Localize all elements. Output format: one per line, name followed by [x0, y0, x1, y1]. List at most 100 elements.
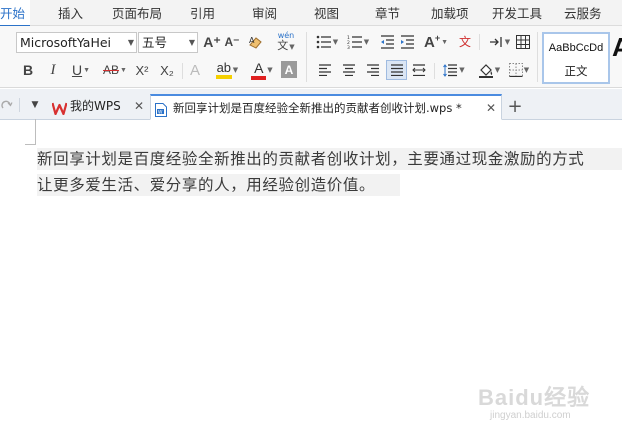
borders-button[interactable]: ▼ — [505, 60, 533, 80]
chevron-down-icon: ▼ — [31, 100, 39, 110]
new-tab-button[interactable]: + — [506, 95, 524, 117]
menu-insert[interactable]: 插入 — [58, 0, 83, 26]
underline-icon: U — [71, 62, 83, 78]
chinese-layout-button[interactable]: 文 — [456, 32, 476, 52]
menu-developer[interactable]: 开发工具 — [492, 0, 542, 26]
menu-bar: 开始 插入 页面布局 引用 审阅 视图 章节 加载项 开发工具 云服务 — [0, 0, 622, 27]
close-icon[interactable]: ✕ — [134, 94, 144, 118]
font-size-combo[interactable]: 五号 ▼ — [138, 32, 198, 53]
word-doc-icon: W — [155, 101, 167, 117]
font-name-value: MicrosoftYaHei — [20, 35, 112, 50]
subscript-button[interactable]: X₂ — [157, 60, 177, 80]
align-right-button[interactable] — [364, 61, 382, 79]
shrink-font-icon: A⁻ — [224, 35, 240, 49]
sort-button[interactable]: ▼ — [484, 33, 514, 51]
menu-review[interactable]: 审阅 — [252, 0, 277, 26]
paragraph-mark-icon — [489, 37, 502, 47]
style-heading-preview[interactable]: A — [612, 32, 622, 63]
indent-icon — [400, 35, 414, 49]
page-margin-marker — [25, 119, 36, 145]
svg-text:3: 3 — [347, 45, 350, 49]
divider — [479, 34, 480, 50]
distribute-button[interactable] — [410, 61, 428, 79]
text-effect-button[interactable]: A+ ▼ — [423, 32, 449, 52]
italic-button[interactable]: I — [43, 60, 63, 80]
increase-indent-button[interactable] — [398, 33, 416, 51]
align-left-icon — [319, 64, 331, 76]
align-center-button[interactable] — [340, 61, 358, 79]
divider — [182, 63, 183, 79]
table-button[interactable] — [514, 33, 532, 51]
grow-font-icon: A⁺ — [203, 33, 221, 50]
table-grid-icon — [516, 35, 530, 49]
divider — [19, 98, 20, 112]
bullets-button[interactable]: ▼ — [314, 33, 340, 51]
shrink-font-button[interactable]: A⁻ — [223, 33, 241, 51]
text-outline-button[interactable]: A — [186, 60, 204, 80]
style-name-label: 正文 — [564, 64, 588, 78]
text-effect-icon: A+ — [423, 33, 441, 51]
menu-start[interactable]: 开始 — [0, 0, 30, 27]
redo-button[interactable] — [0, 97, 14, 113]
document-text-line[interactable]: 让更多爱生活、爱分享的人，用经验创造价值。 — [37, 174, 400, 196]
baidu-watermark: Baidu经验 jingyan.baidu.com — [478, 380, 590, 421]
align-left-button[interactable] — [316, 61, 334, 79]
menu-view[interactable]: 视图 — [314, 0, 339, 26]
grow-font-button[interactable]: A⁺ — [203, 33, 221, 51]
border-icon — [508, 63, 523, 77]
chevron-down-icon: ▼ — [188, 38, 195, 47]
document-tab-bar: ▼ 我的WPS ✕ W 新回享计划是百度经验全新推出的贡献者创收计划.wps *… — [0, 89, 622, 120]
line-spacing-icon — [443, 63, 458, 77]
text-outline-icon: A — [189, 61, 200, 79]
divider — [434, 63, 435, 79]
divider — [537, 32, 538, 82]
underline-button[interactable]: U ▼ — [66, 60, 96, 80]
strikethrough-icon: AB — [103, 63, 120, 77]
font-color-button[interactable]: A ▼ — [247, 59, 277, 81]
divider — [306, 32, 307, 82]
style-sample-text: AaBbCcDd — [548, 42, 604, 54]
ribbon-toolbar: MicrosoftYaHei ▼ 五号 ▼ A⁺ A⁻ A wén 文▼ ▼ 1… — [0, 26, 622, 88]
align-center-icon — [343, 64, 355, 76]
bullet-list-icon — [316, 35, 331, 49]
align-right-icon — [367, 64, 379, 76]
char-shading-button[interactable]: A — [281, 61, 297, 78]
plus-icon: + — [507, 95, 523, 117]
tab-my-wps[interactable]: 我的WPS ✕ — [50, 94, 150, 120]
font-name-combo[interactable]: MicrosoftYaHei ▼ — [16, 32, 137, 53]
strikethrough-button[interactable]: AB ▼ — [99, 60, 131, 80]
decrease-indent-button[interactable] — [378, 33, 396, 51]
char-shading-icon: A — [284, 62, 294, 77]
chevron-down-icon: ▼ — [127, 38, 134, 47]
numbering-button[interactable]: 1 2 3 ▼ — [345, 33, 371, 51]
svg-text:文: 文 — [459, 34, 471, 49]
clear-format-button[interactable]: A — [247, 33, 265, 51]
bold-button[interactable]: B — [18, 60, 38, 80]
wps-logo-icon — [51, 99, 68, 116]
distributed-align-icon — [412, 64, 426, 76]
tab-current-document[interactable]: W 新回享计划是百度经验全新推出的贡献者创收计划.wps * ✕ — [150, 94, 502, 120]
document-text-line[interactable]: 新回享计划是百度经验全新推出的贡献者创收计划，主要通过现金激励的方式 — [37, 148, 622, 170]
font-size-value: 五号 — [142, 35, 168, 50]
tab-list-dropdown[interactable]: ▼ — [28, 98, 42, 112]
superscript-icon: X² — [135, 62, 149, 78]
style-normal[interactable]: AaBbCcDd 正文 — [542, 32, 610, 84]
menu-addins[interactable]: 加载项 — [431, 0, 469, 26]
menu-page-layout[interactable]: 页面布局 — [112, 0, 162, 26]
shading-button[interactable]: ▼ — [474, 60, 504, 80]
outdent-icon — [380, 35, 394, 49]
bold-icon: B — [22, 62, 34, 78]
font-color-icon: A — [251, 60, 267, 80]
close-icon[interactable]: ✕ — [486, 96, 496, 120]
superscript-button[interactable]: X² — [132, 60, 152, 80]
justify-button[interactable] — [386, 60, 407, 80]
phonetic-guide-button[interactable]: wén 文▼ — [272, 31, 300, 53]
subscript-icon: X₂ — [160, 62, 174, 78]
menu-sections[interactable]: 章节 — [375, 0, 400, 26]
watermark-logo: Baidu经验 — [478, 385, 591, 410]
menu-references[interactable]: 引用 — [190, 0, 215, 26]
highlight-button[interactable]: ab ▼ — [211, 59, 243, 81]
menu-cloud[interactable]: 云服务 — [564, 0, 602, 26]
line-spacing-button[interactable]: ▼ — [440, 61, 468, 79]
tab-label: 新回享计划是百度经验全新推出的贡献者创收计划.wps * — [173, 101, 462, 115]
